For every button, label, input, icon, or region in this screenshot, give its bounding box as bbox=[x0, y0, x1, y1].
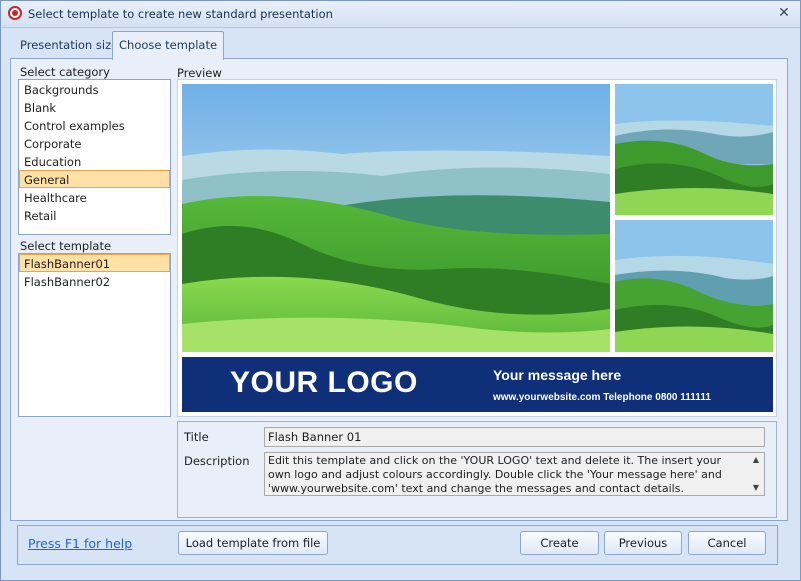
template-info: Title Flash Banner 01 Description Edit t… bbox=[177, 421, 777, 518]
title-label: Title bbox=[184, 430, 209, 444]
description-field[interactable]: Edit this template and click on the 'YOU… bbox=[264, 452, 765, 496]
category-item[interactable]: Backgrounds bbox=[19, 80, 170, 98]
load-template-button[interactable]: Load template from file bbox=[178, 531, 328, 555]
tab-choose-template[interactable]: Choose template bbox=[112, 31, 225, 60]
category-item-selected[interactable]: General bbox=[19, 170, 170, 188]
category-item[interactable]: Control examples bbox=[19, 116, 170, 134]
preview-label: Preview bbox=[177, 66, 222, 80]
landscape-image-bottom bbox=[615, 220, 773, 352]
category-item[interactable]: Education bbox=[19, 152, 170, 170]
landscape-image-top bbox=[615, 84, 773, 215]
preview-banner: YOUR LOGO Your message here www.yourwebs… bbox=[182, 357, 773, 412]
title-bar: Select template to create new standard p… bbox=[1, 1, 800, 28]
description-label: Description bbox=[184, 454, 250, 468]
category-item[interactable]: Corporate bbox=[19, 134, 170, 152]
scroll-up-icon[interactable]: ▲ bbox=[751, 455, 761, 465]
help-link[interactable]: Press F1 for help bbox=[28, 536, 132, 551]
cancel-button[interactable]: Cancel bbox=[688, 531, 766, 555]
title-field[interactable]: Flash Banner 01 bbox=[264, 427, 765, 447]
banner-message: Your message here bbox=[493, 367, 622, 383]
category-label: Select category bbox=[20, 65, 110, 79]
description-scrollbar[interactable]: ▲ ▼ bbox=[749, 454, 763, 494]
template-item-selected[interactable]: FlashBanner01 bbox=[19, 254, 170, 272]
category-item[interactable]: Retail bbox=[19, 206, 170, 224]
window-title: Select template to create new standard p… bbox=[28, 7, 333, 21]
category-item[interactable]: Healthcare bbox=[19, 188, 170, 206]
template-list[interactable]: FlashBanner01 FlashBanner02 bbox=[18, 253, 171, 417]
tab-presentation-size[interactable]: Presentation size bbox=[14, 33, 124, 57]
landscape-image-main bbox=[182, 84, 610, 352]
description-text: Edit this template and click on the 'YOU… bbox=[268, 454, 722, 495]
template-preview: YOUR LOGO Your message here www.yourwebs… bbox=[177, 79, 777, 417]
banner-contact: www.yourwebsite.com Telephone 0800 11111… bbox=[493, 392, 711, 403]
banner-logo-text: YOUR LOGO bbox=[230, 366, 418, 399]
create-button[interactable]: Create bbox=[520, 531, 599, 555]
presentation-app-icon bbox=[8, 6, 22, 20]
template-label: Select template bbox=[20, 239, 112, 253]
scroll-down-icon[interactable]: ▼ bbox=[751, 483, 761, 493]
previous-button[interactable]: Previous bbox=[604, 531, 682, 555]
template-item[interactable]: FlashBanner02 bbox=[19, 272, 170, 290]
close-icon[interactable]: ✕ bbox=[774, 4, 794, 22]
category-list[interactable]: Backgrounds Blank Control examples Corpo… bbox=[18, 79, 171, 235]
category-item[interactable]: Blank bbox=[19, 98, 170, 116]
